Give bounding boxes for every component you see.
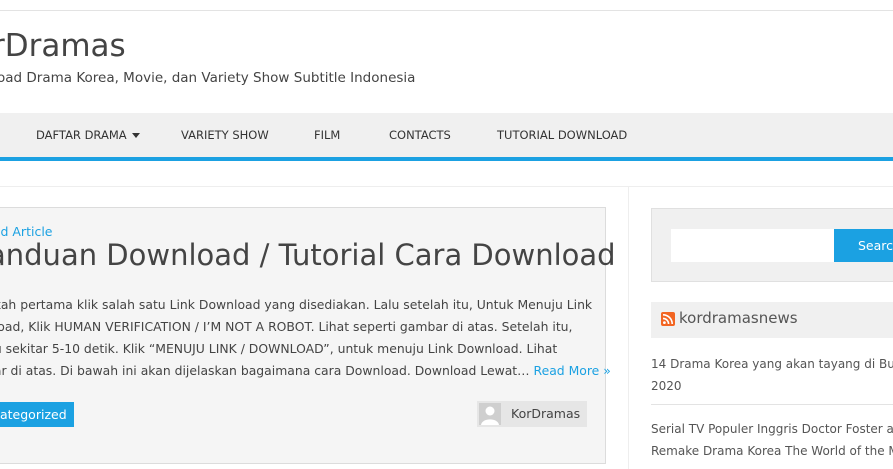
category-badge[interactable]: ategorized — [0, 402, 74, 427]
nav-item-daftar-drama[interactable]: DAFTAR DRAMA — [36, 113, 140, 157]
nav-item-label: DAFTAR DRAMA — [36, 128, 127, 142]
excerpt-text: bar di atas. Di bawah ini akan dijelaska… — [0, 363, 530, 378]
top-divider — [0, 10, 893, 11]
rss-feed-item[interactable]: Serial TV Populer Inggris Doctor Foster … — [651, 418, 893, 462]
author-link[interactable]: KorDramas — [477, 401, 587, 427]
nav-accent-bar — [0, 157, 893, 161]
excerpt-line: bar di atas. Di bawah ini akan dijelaska… — [0, 360, 611, 382]
search-input[interactable] — [671, 229, 835, 262]
excerpt-line: gu sekitar 5-10 detik. Klik “MENUJU LINK… — [0, 341, 558, 356]
rss-feed-item[interactable]: 14 Drama Korea yang akan tayang di Bulan… — [651, 353, 893, 397]
read-more-link[interactable]: Read More » — [534, 363, 611, 378]
rss-feed-title[interactable]: kordramasnews — [679, 309, 798, 327]
rss-feed-item-line: 14 Drama Korea yang akan tayang di Bulan — [651, 357, 893, 371]
site-title[interactable]: rDramas — [0, 28, 126, 64]
rss-feed-item-line: Serial TV Populer Inggris Doctor Foster … — [651, 422, 893, 436]
nav-item-tutorial-download[interactable]: TUTORIAL DOWNLOAD — [497, 113, 627, 157]
avatar — [479, 403, 501, 425]
nav-item-label: VARIETY SHOW — [181, 128, 269, 142]
user-icon — [479, 403, 501, 425]
rss-item-divider — [651, 404, 893, 405]
nav-item-variety-show[interactable]: VARIETY SHOW — [181, 113, 269, 157]
sidebar-divider — [628, 187, 629, 469]
nav-item-label: TUTORIAL DOWNLOAD — [497, 128, 628, 142]
excerpt-line: nload, Klik HUMAN VERIFICATION / I’M NOT… — [0, 319, 573, 334]
nav-item-film[interactable]: FILM — [314, 113, 340, 157]
article-excerpt: gkah pertama klik salah satu Link Downlo… — [0, 294, 611, 382]
nav-item-contacts[interactable]: CONTACTS — [389, 113, 451, 157]
main-navigation: DAFTAR DRAMA VARIETY SHOW FILM CONTACTS … — [0, 113, 893, 157]
content-divider — [0, 186, 893, 187]
nav-item-label: FILM — [314, 128, 341, 142]
nav-item-label: CONTACTS — [389, 128, 451, 142]
site-tagline: oad Drama Korea, Movie, dan Variety Show… — [0, 70, 416, 86]
author-name: KorDramas — [511, 406, 581, 421]
excerpt-line: gkah pertama klik salah satu Link Downlo… — [0, 297, 593, 312]
rss-icon[interactable] — [661, 312, 675, 326]
featured-article-label: ured Article — [0, 224, 53, 239]
search-button[interactable]: Search — [834, 229, 893, 262]
article-title-link[interactable]: anduan Download / Tutorial Cara Download — [0, 238, 616, 272]
rss-feed-item-line: Remake Drama Korea The World of the Ma — [651, 444, 893, 458]
caret-down-icon — [131, 133, 140, 138]
rss-feed-item-line: 2020 — [651, 379, 682, 393]
